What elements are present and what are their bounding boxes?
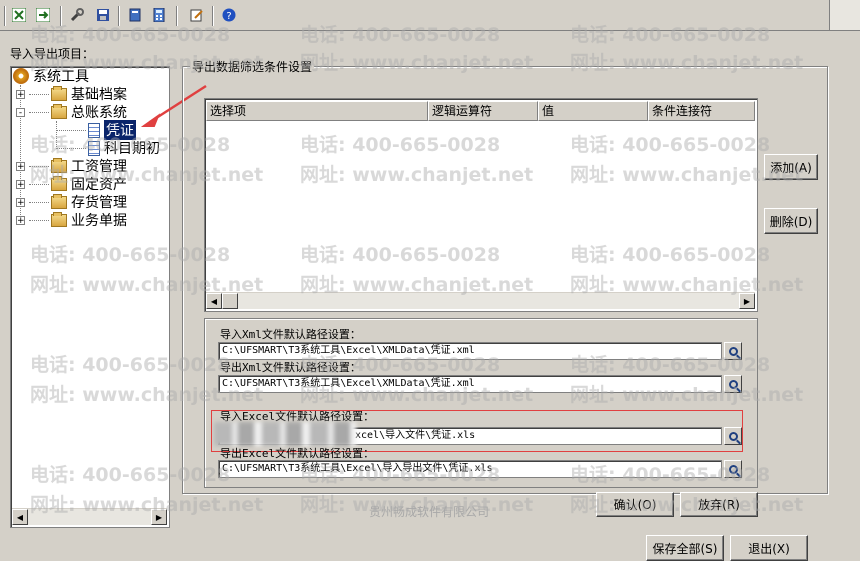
tree-line	[56, 121, 57, 149]
column-header-option[interactable]: 选择项	[206, 101, 428, 121]
scroll-left-arrow-icon[interactable]: ◀	[12, 509, 28, 525]
excel-export-icon[interactable]	[34, 6, 52, 24]
toolbar-separator	[60, 6, 62, 26]
tree-item-inventory[interactable]: + 存货管理	[16, 193, 127, 211]
expand-icon[interactable]: +	[16, 161, 25, 171]
tree-item-label-selected: 凭证	[104, 120, 136, 140]
add-button[interactable]: 添加(A)	[764, 154, 818, 180]
folder-icon	[51, 193, 67, 209]
tree-line	[56, 130, 86, 131]
expand-icon[interactable]: +	[16, 89, 25, 99]
save-icon[interactable]	[94, 6, 112, 24]
scroll-left-arrow-icon[interactable]: ◀	[206, 293, 222, 309]
export-excel-path-label: 导出Excel文件默认路径设置：	[220, 447, 375, 460]
column-header-operator[interactable]: 逻辑运算符	[428, 101, 538, 121]
toolbar-separator	[212, 6, 214, 26]
folder-icon	[51, 85, 67, 101]
tree-line	[29, 165, 49, 167]
folder-icon	[51, 211, 67, 227]
book-icon[interactable]	[126, 6, 144, 24]
tree-line	[29, 93, 49, 95]
tree-item-label: 基础档案	[71, 87, 127, 103]
toolbar: ?	[0, 0, 860, 31]
export-xml-path-input[interactable]: C:\UFSMART\T3系统工具\Excel\XMLData\凭证.xml	[218, 375, 722, 393]
calculator-icon[interactable]	[150, 6, 168, 24]
magnifier-icon	[728, 464, 738, 474]
tree-item-basic-archive[interactable]: + 基础档案	[16, 85, 127, 103]
confirm-button[interactable]: 确认(O)	[596, 492, 674, 517]
tree-line	[29, 111, 49, 113]
watermark-company: 贵州畅成软件有限公司	[369, 505, 490, 519]
document-icon	[88, 122, 100, 138]
import-xml-path-label: 导入Xml文件默认路径设置：	[220, 328, 361, 341]
tree-item-business-docs[interactable]: + 业务单据	[16, 211, 127, 229]
toolbar-separator	[176, 6, 178, 26]
scroll-right-arrow-icon[interactable]: ▶	[739, 293, 755, 309]
expand-icon[interactable]: +	[16, 179, 25, 189]
help-icon[interactable]: ?	[220, 6, 238, 24]
tree-item-label: 总账系统	[71, 105, 127, 121]
import-xml-path-input[interactable]: C:\UFSMART\T3系统工具\Excel\XMLData\凭证.xml	[218, 342, 722, 360]
tree-line	[29, 219, 49, 221]
tree-root-label: 系统工具	[33, 69, 89, 85]
collapse-icon[interactable]: -	[16, 107, 25, 117]
save-all-button[interactable]: 保存全部(S)	[646, 535, 724, 561]
tree-item-label: 业务单据	[71, 213, 127, 229]
folder-icon	[51, 175, 67, 191]
magnifier-icon	[728, 346, 738, 356]
grid-horizontal-scrollbar[interactable]: ◀ ▶	[206, 292, 755, 309]
tree-item-label: 科目期初	[104, 141, 160, 157]
tree-line	[56, 148, 86, 149]
browse-import-xml-button[interactable]	[724, 342, 742, 360]
edit-icon[interactable]	[188, 6, 206, 24]
browse-export-xml-button[interactable]	[724, 375, 742, 393]
project-tree[interactable]: 系统工具 + 基础档案 - 总账系统 凭证 科目期初 + 工资管理 + 固定资产…	[10, 66, 170, 528]
column-header-value[interactable]: 值	[538, 101, 648, 121]
expand-icon[interactable]: +	[16, 197, 25, 207]
tree-item-label: 存货管理	[71, 195, 127, 211]
tree-line	[29, 201, 49, 203]
expand-icon[interactable]: +	[16, 215, 25, 225]
excel-import-icon[interactable]	[10, 6, 28, 24]
tree-item-general-ledger[interactable]: - 总账系统	[16, 103, 127, 121]
scroll-thumb[interactable]	[222, 293, 238, 309]
tree-panel-label: 导入导出项目：	[10, 47, 95, 61]
filter-group-title: 导出数据筛选条件设置	[190, 58, 315, 75]
export-xml-path-label: 导出Xml文件默认路径设置：	[220, 361, 361, 374]
tree-horizontal-scrollbar[interactable]: ◀ ▶	[12, 508, 167, 525]
exit-button[interactable]: 退出(X)	[730, 535, 808, 561]
tree-item-fixed-assets[interactable]: + 固定资产	[16, 175, 127, 193]
document-icon	[88, 140, 100, 156]
tree-item-voucher[interactable]: 凭证	[88, 120, 136, 140]
tree-item-label: 工资管理	[71, 159, 127, 175]
folder-icon	[51, 103, 67, 119]
tree-item-label: 固定资产	[71, 177, 127, 193]
column-header-connector[interactable]: 条件连接符	[648, 101, 755, 121]
tree-item-opening-balance[interactable]: 科目期初	[88, 139, 160, 157]
toolbar-separator	[4, 6, 6, 26]
toolbar-separator	[118, 6, 120, 26]
magnifier-icon	[728, 379, 738, 389]
tree-line	[29, 183, 49, 185]
svg-text:?: ?	[226, 11, 231, 22]
scroll-right-arrow-icon[interactable]: ▶	[151, 509, 167, 525]
window-corner	[829, 0, 860, 30]
tree-item-payroll[interactable]: + 工资管理	[16, 157, 127, 175]
browse-export-excel-button[interactable]	[724, 460, 742, 478]
filter-condition-grid[interactable]: 选择项 逻辑运算符 值 条件连接符 ◀ ▶	[204, 98, 758, 312]
export-excel-path-input[interactable]: C:\UFSMART\T3系统工具\Excel\导入导出文件\凭证.xls	[218, 460, 722, 478]
tree-root-system-tools[interactable]: 系统工具	[13, 67, 89, 85]
cancel-button[interactable]: 放弃(R)	[680, 492, 758, 517]
delete-button[interactable]: 删除(D)	[764, 208, 818, 234]
folder-icon	[51, 157, 67, 173]
gear-icon	[13, 68, 29, 84]
tools-icon[interactable]	[68, 6, 86, 24]
